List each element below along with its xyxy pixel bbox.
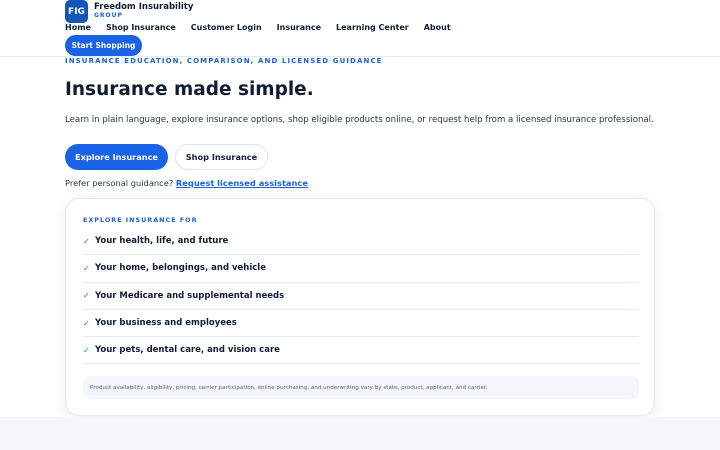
check-icon: ✓ — [83, 345, 90, 355]
nav-home[interactable]: Home — [65, 23, 91, 35]
request-assistance-link[interactable]: Request licensed assistance — [176, 178, 308, 188]
list-item-label: Your home, belongings, and vehicle — [95, 263, 266, 274]
list-item: ✓ Your home, belongings, and vehicle — [83, 255, 639, 283]
check-icon: ✓ — [83, 318, 90, 328]
list-item: ✓ Your Medicare and supplemental needs — [83, 283, 639, 310]
assistance-prefix: Prefer personal guidance? — [65, 178, 174, 188]
list-item: ✓ Your pets, dental care, and vision car… — [83, 337, 639, 365]
start-shopping-button[interactable]: Start Shopping — [65, 35, 142, 56]
list-item-label: Your business and employees — [95, 318, 237, 329]
list-item-label: Your pets, dental care, and vision care — [95, 345, 280, 356]
explore-card: EXPLORE INSURANCE FOR ✓ Your health, lif… — [65, 198, 655, 416]
nav-customer-login[interactable]: Customer Login — [191, 23, 262, 35]
list-item: ✓ Your business and employees — [83, 310, 639, 338]
card-eyebrow: EXPLORE INSURANCE FOR — [83, 216, 198, 224]
brand-name[interactable]: Freedom Insurability — [94, 2, 193, 12]
nav-about[interactable]: About — [424, 23, 451, 35]
brand-subtitle: GROUP — [94, 12, 123, 19]
hero-eyebrow: INSURANCE EDUCATION, COMPARISON, AND LIC… — [65, 57, 383, 65]
explore-insurance-button[interactable]: Explore Insurance — [65, 144, 168, 170]
footer-band — [0, 417, 720, 450]
check-icon: ✓ — [83, 236, 90, 246]
nav-learning-center[interactable]: Learning Center — [336, 23, 409, 35]
page-title: Insurance made simple. — [65, 79, 314, 100]
assistance-line: Prefer personal guidance? Request licens… — [65, 178, 308, 188]
shop-insurance-button[interactable]: Shop Insurance — [175, 144, 268, 170]
nav-shop-insurance[interactable]: Shop Insurance — [106, 23, 176, 35]
nav-insurance[interactable]: Insurance — [277, 23, 321, 35]
logo-icon[interactable]: FIG — [65, 0, 88, 23]
check-icon: ✓ — [83, 291, 90, 301]
main-nav: Home Shop Insurance Customer Login Insur… — [65, 23, 451, 35]
check-icon: ✓ — [83, 263, 90, 273]
list-item-label: Your Medicare and supplemental needs — [95, 290, 285, 301]
hero-description: Learn in plain language, explore insuran… — [65, 115, 654, 125]
site-header: FIG Freedom Insurability GROUP Home Shop… — [0, 0, 720, 57]
list-item-label: Your health, life, and future — [95, 236, 229, 247]
disclaimer-note: Product availability, eligibility, prici… — [83, 376, 639, 399]
list-item: ✓ Your health, life, and future — [83, 228, 639, 256]
explore-list: ✓ Your health, life, and future ✓ Your h… — [83, 228, 639, 365]
